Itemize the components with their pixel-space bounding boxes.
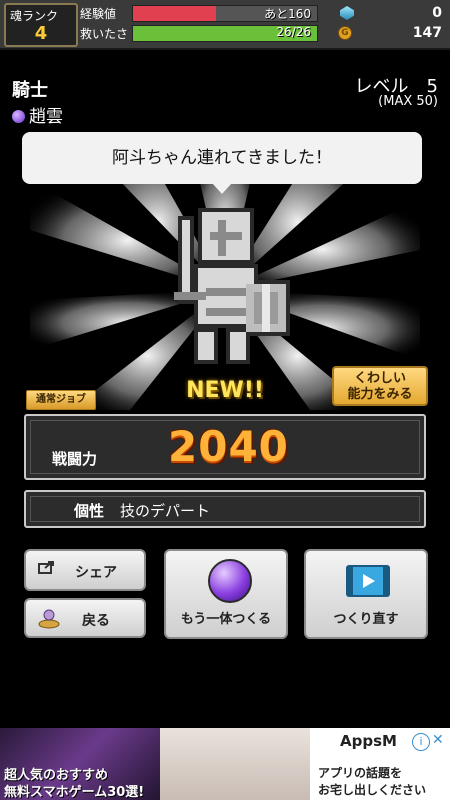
trait-label: 個性 xyxy=(74,502,105,520)
ad-banner[interactable]: 超人気のおすすめ 無料スマホゲーム30選! AppsM i ✕ アプリの話題を … xyxy=(0,728,450,800)
share-label: シェア xyxy=(75,565,117,581)
exp-row: 経験値 あと160 xyxy=(80,4,318,22)
orb-icon xyxy=(12,110,25,123)
coin-counter[interactable]: G 147 xyxy=(328,25,446,43)
exp-text: あと160 xyxy=(264,7,311,21)
ad-character-art xyxy=(160,728,310,800)
knight-sprite xyxy=(174,208,290,364)
stamina-label: 救いたさ xyxy=(80,27,129,41)
trait-value: 技のデパート xyxy=(120,502,211,520)
make-another-button[interactable]: もう一体つくる xyxy=(164,549,288,639)
job-type-tag: 通常ジョブ xyxy=(26,390,96,410)
ad-info-icon[interactable]: i xyxy=(412,733,430,751)
video-play-icon xyxy=(346,565,390,597)
coin-count: 147 xyxy=(412,25,442,41)
view-details-button[interactable]: くわしい 能力をみる xyxy=(332,366,428,406)
stamina-text: 26/26 xyxy=(276,25,311,39)
remake-label: つくり直す xyxy=(333,612,399,627)
ad-copy-2: お宅し出しください xyxy=(318,783,427,797)
character-name: 趙雲 xyxy=(12,102,63,127)
level-max: (MAX 50) xyxy=(378,94,438,109)
soul-rank-label: 魂ランク xyxy=(10,9,59,23)
trait-panel: 個性 技のデパート xyxy=(24,490,426,528)
job-title: 騎士 xyxy=(12,80,48,101)
status-bar: 魂ランク 4 経験値 あと160 救いたさ 26/26 0 G 147 xyxy=(0,0,450,50)
combat-power-value: 2040 xyxy=(168,422,289,471)
soul-rank-value: 4 xyxy=(34,23,48,44)
remake-button[interactable]: つくり直す xyxy=(304,549,428,639)
ad-copy-1: アプリの話題を xyxy=(318,766,403,780)
gem-counter[interactable]: 0 xyxy=(328,5,446,23)
share-button[interactable]: シェア xyxy=(24,549,146,591)
ad-close-icon[interactable]: ✕ xyxy=(432,732,444,748)
exp-bar-fill xyxy=(133,6,216,21)
purple-orb-icon xyxy=(208,559,252,603)
coin-icon: G xyxy=(338,26,352,40)
stamina-row: 救いたさ 26/26 xyxy=(80,24,318,42)
make-another-label: もう一体つくる xyxy=(180,612,272,627)
exp-bar: あと160 xyxy=(132,5,318,22)
back-label: 戻る xyxy=(82,613,110,629)
combat-power-label: 戦闘力 xyxy=(52,450,98,468)
view-details-line1: くわしい xyxy=(353,371,406,386)
ad-headline-2: 無料スマホゲーム30選! xyxy=(4,785,145,800)
stamina-bar: 26/26 xyxy=(132,25,318,42)
soul-rank-box: 魂ランク 4 xyxy=(4,3,78,47)
speech-bubble: 阿斗ちゃん連れてきました！ xyxy=(22,132,422,194)
gem-count: 0 xyxy=(432,5,442,21)
combat-power-panel: 戦闘力 2040 xyxy=(24,414,426,480)
character-name-text: 趙雲 xyxy=(29,107,63,127)
ad-brand-logo: AppsM xyxy=(340,732,397,750)
gem-icon xyxy=(340,6,354,20)
back-button[interactable]: 戻る xyxy=(24,598,146,638)
exp-label: 経験値 xyxy=(80,7,117,21)
view-details-line2: 能力をみる xyxy=(347,387,413,402)
